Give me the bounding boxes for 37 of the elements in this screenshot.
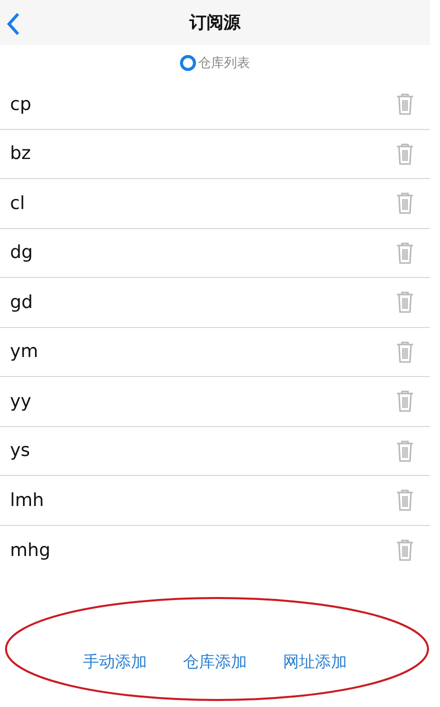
delete-button[interactable] [396, 291, 414, 314]
trash-icon [396, 489, 414, 512]
trash-icon [396, 390, 414, 412]
subscription-name: dg [10, 242, 33, 264]
add-button[interactable]: 仓库添加 [183, 652, 247, 672]
trash-icon [396, 242, 414, 264]
delete-button[interactable] [396, 390, 414, 412]
delete-button[interactable] [396, 539, 414, 562]
subscription-name: mhg [10, 540, 50, 561]
subscription-name: ys [10, 440, 30, 462]
trash-icon [396, 340, 414, 363]
subscription-name: gd [10, 292, 33, 313]
delete-button[interactable] [396, 440, 414, 462]
radio-icon[interactable] [180, 54, 196, 70]
delete-button[interactable] [396, 142, 414, 165]
add-button[interactable]: 手动添加 [83, 652, 147, 672]
subscription-name: bz [10, 143, 31, 164]
trash-icon [396, 440, 414, 462]
back-icon [6, 12, 20, 36]
delete-button[interactable] [396, 242, 414, 264]
subscription-name: cp [10, 94, 32, 115]
trash-icon [396, 291, 414, 314]
subscription-name: yy [10, 390, 32, 412]
delete-button[interactable] [396, 340, 414, 363]
trash-icon [396, 192, 414, 214]
add-button[interactable]: 网址添加 [283, 652, 347, 672]
subscription-name: cl [10, 192, 25, 214]
radio-option[interactable]: 仓库列表 [180, 54, 250, 72]
delete-button[interactable] [396, 192, 414, 214]
subscription-name: ym [10, 341, 38, 362]
delete-button[interactable] [396, 93, 414, 116]
trash-icon [396, 142, 414, 165]
trash-icon [396, 93, 414, 116]
subscription-name: lmh [10, 490, 44, 511]
delete-button[interactable] [396, 489, 414, 512]
trash-icon [396, 539, 414, 562]
page-title: 订阅源 [190, 12, 240, 34]
